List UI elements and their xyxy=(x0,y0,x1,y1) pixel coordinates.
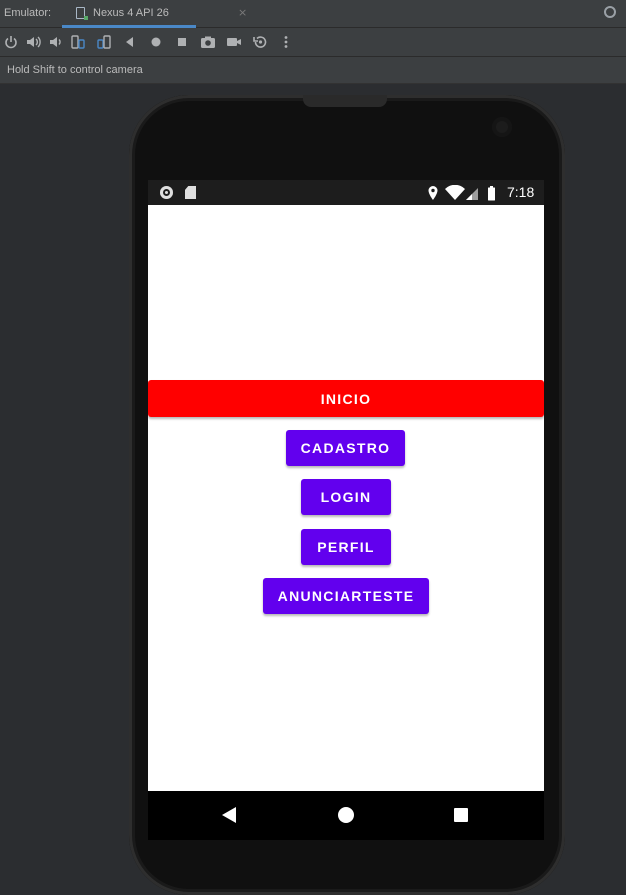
camera-hint-bar: Hold Shift to control camera xyxy=(0,57,626,84)
signal-icon xyxy=(466,188,478,200)
home-icon[interactable] xyxy=(148,34,164,50)
navigation-bar xyxy=(148,791,544,840)
snapshot-icon[interactable] xyxy=(252,34,268,50)
notification-circle-icon xyxy=(160,186,173,199)
wifi-icon xyxy=(445,184,465,200)
volume-down-icon[interactable] xyxy=(47,34,63,50)
app-content: INICIO CADASTRO LOGIN PERFIL ANUNCIARTES… xyxy=(148,205,544,791)
emulator-label: Emulator: xyxy=(4,7,52,19)
anunciarteste-button[interactable]: ANUNCIARTESTE xyxy=(263,578,429,614)
video-icon[interactable] xyxy=(226,34,242,50)
status-icons xyxy=(428,184,495,201)
perfil-button[interactable]: PERFIL xyxy=(301,529,391,565)
status-time: 7:18 xyxy=(507,184,535,200)
tab-nexus-4-api-26[interactable]: Nexus 4 API 26 × xyxy=(62,0,247,28)
device-screen[interactable]: 7:18 INICIO CADASTRO LOGIN PERFIL ANUNCI… xyxy=(148,180,544,840)
device-icon xyxy=(76,7,88,20)
power-icon[interactable] xyxy=(3,34,19,50)
cadastro-button[interactable]: CADASTRO xyxy=(286,430,405,466)
front-camera-icon xyxy=(492,117,512,137)
back-icon[interactable] xyxy=(122,34,138,50)
nav-home-icon[interactable] xyxy=(338,807,354,823)
camera-icon[interactable] xyxy=(200,34,216,50)
emulator-tab-bar: Emulator: Nexus 4 API 26 × xyxy=(0,0,626,28)
emulator-toolbar xyxy=(0,28,626,57)
sd-card-icon xyxy=(185,186,196,199)
status-bar: 7:18 xyxy=(148,180,544,205)
more-icon[interactable] xyxy=(278,34,294,50)
inicio-button[interactable]: INICIO xyxy=(148,380,544,417)
close-tab-icon[interactable]: × xyxy=(238,6,247,19)
location-icon xyxy=(428,186,438,200)
overview-icon[interactable] xyxy=(174,34,190,50)
battery-icon xyxy=(488,186,495,201)
camera-hint-text: Hold Shift to control camera xyxy=(7,64,143,76)
rotate-left-icon[interactable] xyxy=(70,34,86,50)
device-speaker xyxy=(303,95,387,107)
settings-icon[interactable] xyxy=(604,6,616,18)
nav-back-icon[interactable] xyxy=(222,807,236,823)
volume-up-icon[interactable] xyxy=(25,34,41,50)
nav-recents-icon[interactable] xyxy=(454,808,468,822)
login-button[interactable]: LOGIN xyxy=(301,479,391,515)
rotate-right-icon[interactable] xyxy=(96,34,112,50)
tab-label: Nexus 4 API 26 xyxy=(93,7,169,19)
